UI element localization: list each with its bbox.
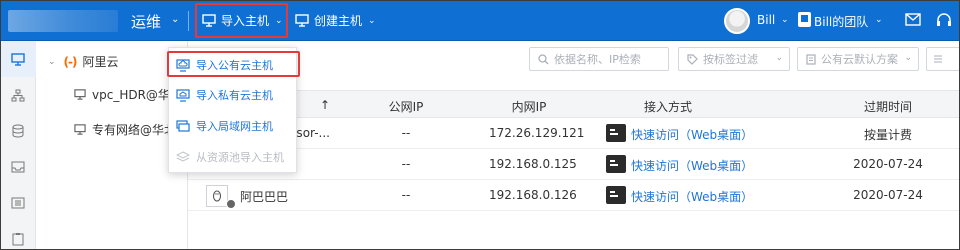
aliyun-logo-icon: (-): [63, 54, 78, 69]
scheme-select[interactable]: 公有云默认方案 ⌄: [797, 47, 919, 71]
user-name[interactable]: Bill: [757, 13, 775, 27]
chevron-down-icon[interactable]: ⌄: [781, 15, 789, 25]
nav-inbox[interactable]: [0, 149, 36, 185]
table-row[interactable]: visor-... -- 172.26.129.121 快速访问（Web桌面） …: [188, 118, 960, 149]
menu-item-label: 导入局域网主机: [196, 120, 273, 133]
list-icon: [934, 55, 942, 63]
team-icon: [798, 12, 811, 27]
house-monitor-icon: [176, 88, 190, 102]
settings-select[interactable]: [926, 47, 960, 71]
nav-clipboard[interactable]: [0, 221, 36, 250]
column-header: 内网IP: [511, 100, 547, 114]
quick-access-link[interactable]: 快速访问（Web桌面）: [631, 157, 753, 174]
nav-list[interactable]: [0, 185, 36, 221]
page-title[interactable]: 运维: [131, 11, 161, 32]
clipboard-icon: [12, 233, 24, 246]
chevron-down-icon: ⌄: [775, 53, 783, 63]
column-header: 接入方式: [643, 100, 692, 114]
column-header: 过期时间: [863, 100, 912, 114]
table-header: ↑ 公网IP 内网IP 接入方式 过期时间: [188, 90, 960, 118]
chevron-down-icon[interactable]: ⌄: [48, 57, 56, 67]
table-row[interactable]: 阿巴巴巴 -- 192.168.0.126 快速访问（Web桌面） 2020-0…: [188, 180, 960, 211]
public-ip: --: [401, 188, 411, 202]
public-ip: --: [401, 126, 411, 140]
search-input[interactable]: 依据名称、IP检索: [529, 47, 669, 71]
menu-item-import-from-pool: 从资源池导入主机: [169, 144, 296, 170]
terminal-icon: [606, 155, 626, 173]
tag-icon: [687, 53, 698, 65]
nav-storage[interactable]: [0, 113, 36, 149]
highlight-box: [167, 51, 300, 77]
monitors-icon: [176, 119, 190, 132]
menu-item-import-lan[interactable]: 导入局域网主机: [169, 113, 296, 139]
chevron-down-icon[interactable]: ⌄: [875, 15, 883, 25]
public-ip: --: [401, 157, 411, 171]
linux-os-icon: [206, 185, 228, 207]
import-host-menu: 导入公有云主机 导入私有云主机 导入局域网主机 从资源池导入主机: [167, 47, 300, 173]
nav-hosts[interactable]: [0, 41, 36, 77]
network-icon: [11, 89, 25, 101]
chevron-down-icon: ⌄: [904, 53, 912, 63]
headset-icon[interactable]: [936, 12, 952, 28]
document-icon: [806, 53, 816, 65]
terminal-icon: [606, 186, 626, 204]
table-row[interactable]: -- 192.168.0.125 快速访问（Web桌面） 2020-07-24: [188, 149, 960, 180]
monitor-icon: [295, 14, 309, 27]
tree-root-aliyun[interactable]: ⌄ (-) 阿里云: [48, 53, 119, 70]
tag-filter-placeholder: 按标签过滤: [703, 53, 758, 66]
scheme-placeholder: 公有云默认方案: [821, 53, 898, 66]
host-name[interactable]: 阿巴巴巴: [240, 188, 288, 205]
logo[interactable]: [8, 10, 118, 32]
menu-item-label: 导入私有云主机: [196, 89, 273, 102]
import-host-button[interactable]: 导入主机 ⌄: [195, 0, 288, 41]
monitor-icon: [11, 52, 25, 66]
divider: [188, 11, 189, 31]
highlight-box: [195, 3, 288, 38]
expire-time: 按量计费: [863, 128, 912, 142]
inbox-icon: [11, 161, 25, 173]
top-bar: 运维 ⌄ 导入主机 ⌄ 创建主机 ⌄ Bill ⌄ Bill的团队 ⌄: [0, 0, 960, 41]
layers-icon: [176, 150, 190, 162]
create-host-label: 创建主机: [314, 14, 363, 28]
nav-network[interactable]: [0, 77, 36, 113]
side-nav-rail: [0, 41, 36, 250]
monitor-icon: [74, 89, 86, 100]
menu-item-label: 从资源池导入主机: [196, 151, 284, 164]
monitor-icon: [74, 124, 86, 135]
private-ip: 192.168.0.125: [489, 157, 577, 171]
chevron-down-icon: ⌄: [368, 15, 376, 26]
expire-time: 2020-07-24: [853, 157, 923, 171]
penguin-icon: [212, 190, 222, 202]
search-placeholder: 依据名称、IP检索: [554, 53, 641, 66]
menu-item-import-private-cloud[interactable]: 导入私有云主机: [169, 82, 296, 108]
database-icon: [12, 124, 24, 138]
quick-access-link[interactable]: 快速访问（Web桌面）: [631, 126, 753, 143]
quick-access-link[interactable]: 快速访问（Web桌面）: [631, 188, 753, 205]
create-host-button[interactable]: 创建主机 ⌄: [295, 0, 376, 41]
tree-node-private-network[interactable]: 专有网络@华北: [74, 121, 176, 138]
team-name[interactable]: Bill的团队: [814, 13, 868, 30]
mail-icon[interactable]: [905, 13, 921, 26]
avatar[interactable]: [724, 8, 750, 34]
status-badge: [226, 199, 236, 209]
expire-time: 2020-07-24: [853, 188, 923, 202]
list-icon: [11, 197, 25, 209]
private-ip: 192.168.0.126: [489, 188, 577, 202]
search-icon: [538, 53, 549, 64]
tree-root-label: 阿里云: [82, 55, 119, 69]
terminal-icon: [606, 124, 626, 142]
resource-tree: ⌄ (-) 阿里云 vpc_HDR@华南 专有网络@华北: [36, 41, 188, 250]
chevron-down-icon[interactable]: ⌄: [171, 14, 179, 25]
tree-node-vpc[interactable]: vpc_HDR@华南: [74, 86, 182, 103]
sort-arrow-icon[interactable]: ↑: [320, 98, 330, 112]
column-header: 公网IP: [388, 100, 424, 114]
tag-filter-select[interactable]: 按标签过滤 ⌄: [678, 47, 790, 71]
private-ip: 172.26.129.121: [489, 126, 585, 140]
tree-node-label: 专有网络@华北: [92, 123, 177, 137]
